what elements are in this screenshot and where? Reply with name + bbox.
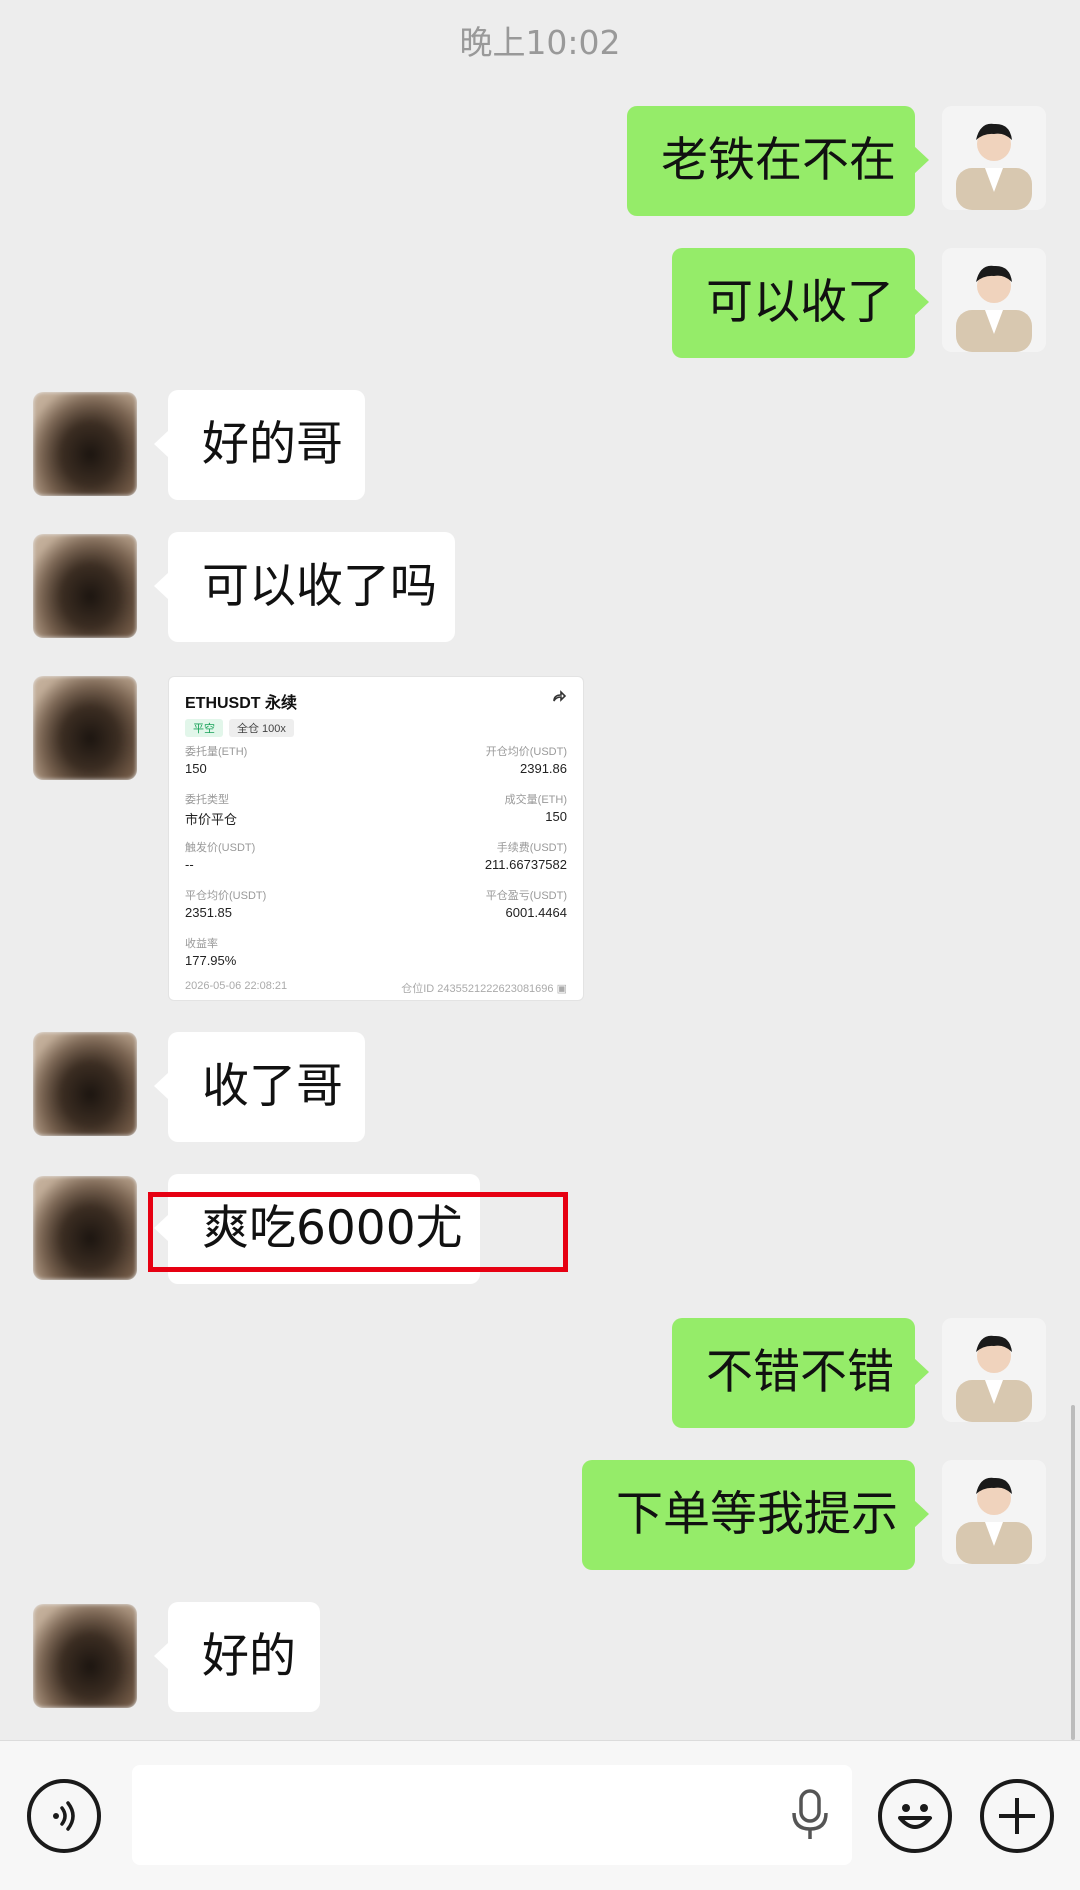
contact-avatar[interactable]	[33, 534, 137, 638]
field-value: 6001.4464	[505, 905, 567, 920]
card-field-row: 平仓均价(USDT) 2351.85 平仓盈亏(USDT) 6001.4464	[185, 887, 567, 935]
my-avatar[interactable]	[942, 248, 1046, 352]
trade-screenshot-image[interactable]: ETHUSDT 永续 平空 全仓 100x 委托量(ETH) 150 开仓均价(U…	[168, 676, 584, 1001]
message-bubble[interactable]: 可以收了吗	[154, 532, 455, 642]
my-avatar[interactable]	[942, 1460, 1046, 1564]
my-avatar[interactable]	[942, 1318, 1046, 1422]
field-label: 委托量(ETH)	[185, 746, 248, 758]
share-icon	[551, 689, 567, 710]
card-field-row: 委托量(ETH) 150 开仓均价(USDT) 2391.86	[185, 743, 567, 791]
field-value: 211.66737582	[484, 857, 567, 872]
input-bar	[0, 1740, 1080, 1890]
message-input[interactable]	[132, 1765, 852, 1865]
contact-avatar[interactable]	[33, 1176, 137, 1280]
field-label: 委托类型	[185, 794, 229, 806]
copy-icon: ▣	[556, 983, 567, 995]
message-bubble[interactable]: 老铁在不在	[627, 106, 929, 216]
field-label: 触发价(USDT)	[185, 842, 256, 854]
field-value: 150	[185, 761, 207, 776]
field-value: 2391.86	[520, 761, 567, 776]
card-field-row: 收益率 177.95%	[185, 935, 567, 983]
contact-avatar[interactable]	[33, 1604, 137, 1708]
field-value: --	[185, 857, 194, 872]
field-value: 市价平仓	[185, 812, 238, 827]
field-label: 平仓均价(USDT)	[185, 890, 267, 902]
contact-avatar[interactable]	[33, 1032, 137, 1136]
message-bubble[interactable]: 不错不错	[672, 1318, 929, 1428]
side-tag: 平空	[185, 719, 223, 737]
card-field-row: 触发价(USDT) -- 手续费(USDT) 211.66737582	[185, 839, 567, 887]
field-value: 177.95%	[185, 953, 237, 968]
field-label: 成交量(ETH)	[504, 794, 567, 806]
plus-icon[interactable]	[980, 1779, 1054, 1853]
mic-icon[interactable]	[790, 1789, 830, 1845]
card-field-row: 委托类型市价平仓 成交量(ETH) 150	[185, 791, 567, 839]
card-title: ETHUSDT 永续	[185, 695, 298, 712]
field-label: 收益率	[185, 938, 218, 950]
position-id: 仓位ID 2435521222623081696 ▣	[401, 983, 567, 995]
voice-icon[interactable]	[27, 1779, 101, 1853]
field-label: 平仓盈亏(USDT)	[485, 890, 567, 902]
margin-tag: 全仓 100x	[229, 719, 294, 737]
field-label: 手续费(USDT)	[496, 842, 567, 854]
message-bubble[interactable]: 下单等我提示	[582, 1460, 929, 1570]
message-bubble[interactable]: 可以收了	[672, 248, 929, 358]
field-label: 开仓均价(USDT)	[485, 746, 567, 758]
scrollbar[interactable]	[1071, 1405, 1075, 1740]
chat-timestamp: 晚上10:02	[459, 23, 621, 62]
field-value: 150	[545, 809, 567, 824]
contact-avatar[interactable]	[33, 392, 137, 496]
my-avatar[interactable]	[942, 106, 1046, 210]
highlight-box	[148, 1192, 568, 1272]
message-bubble[interactable]: 好的哥	[154, 390, 365, 500]
emoji-icon[interactable]	[878, 1779, 952, 1853]
field-value: 2351.85	[185, 905, 232, 920]
contact-avatar[interactable]	[33, 676, 137, 780]
message-bubble[interactable]: 收了哥	[154, 1032, 365, 1142]
order-time: 2026-05-06 22:08:21	[185, 980, 288, 992]
message-bubble[interactable]: 好的	[154, 1602, 320, 1712]
